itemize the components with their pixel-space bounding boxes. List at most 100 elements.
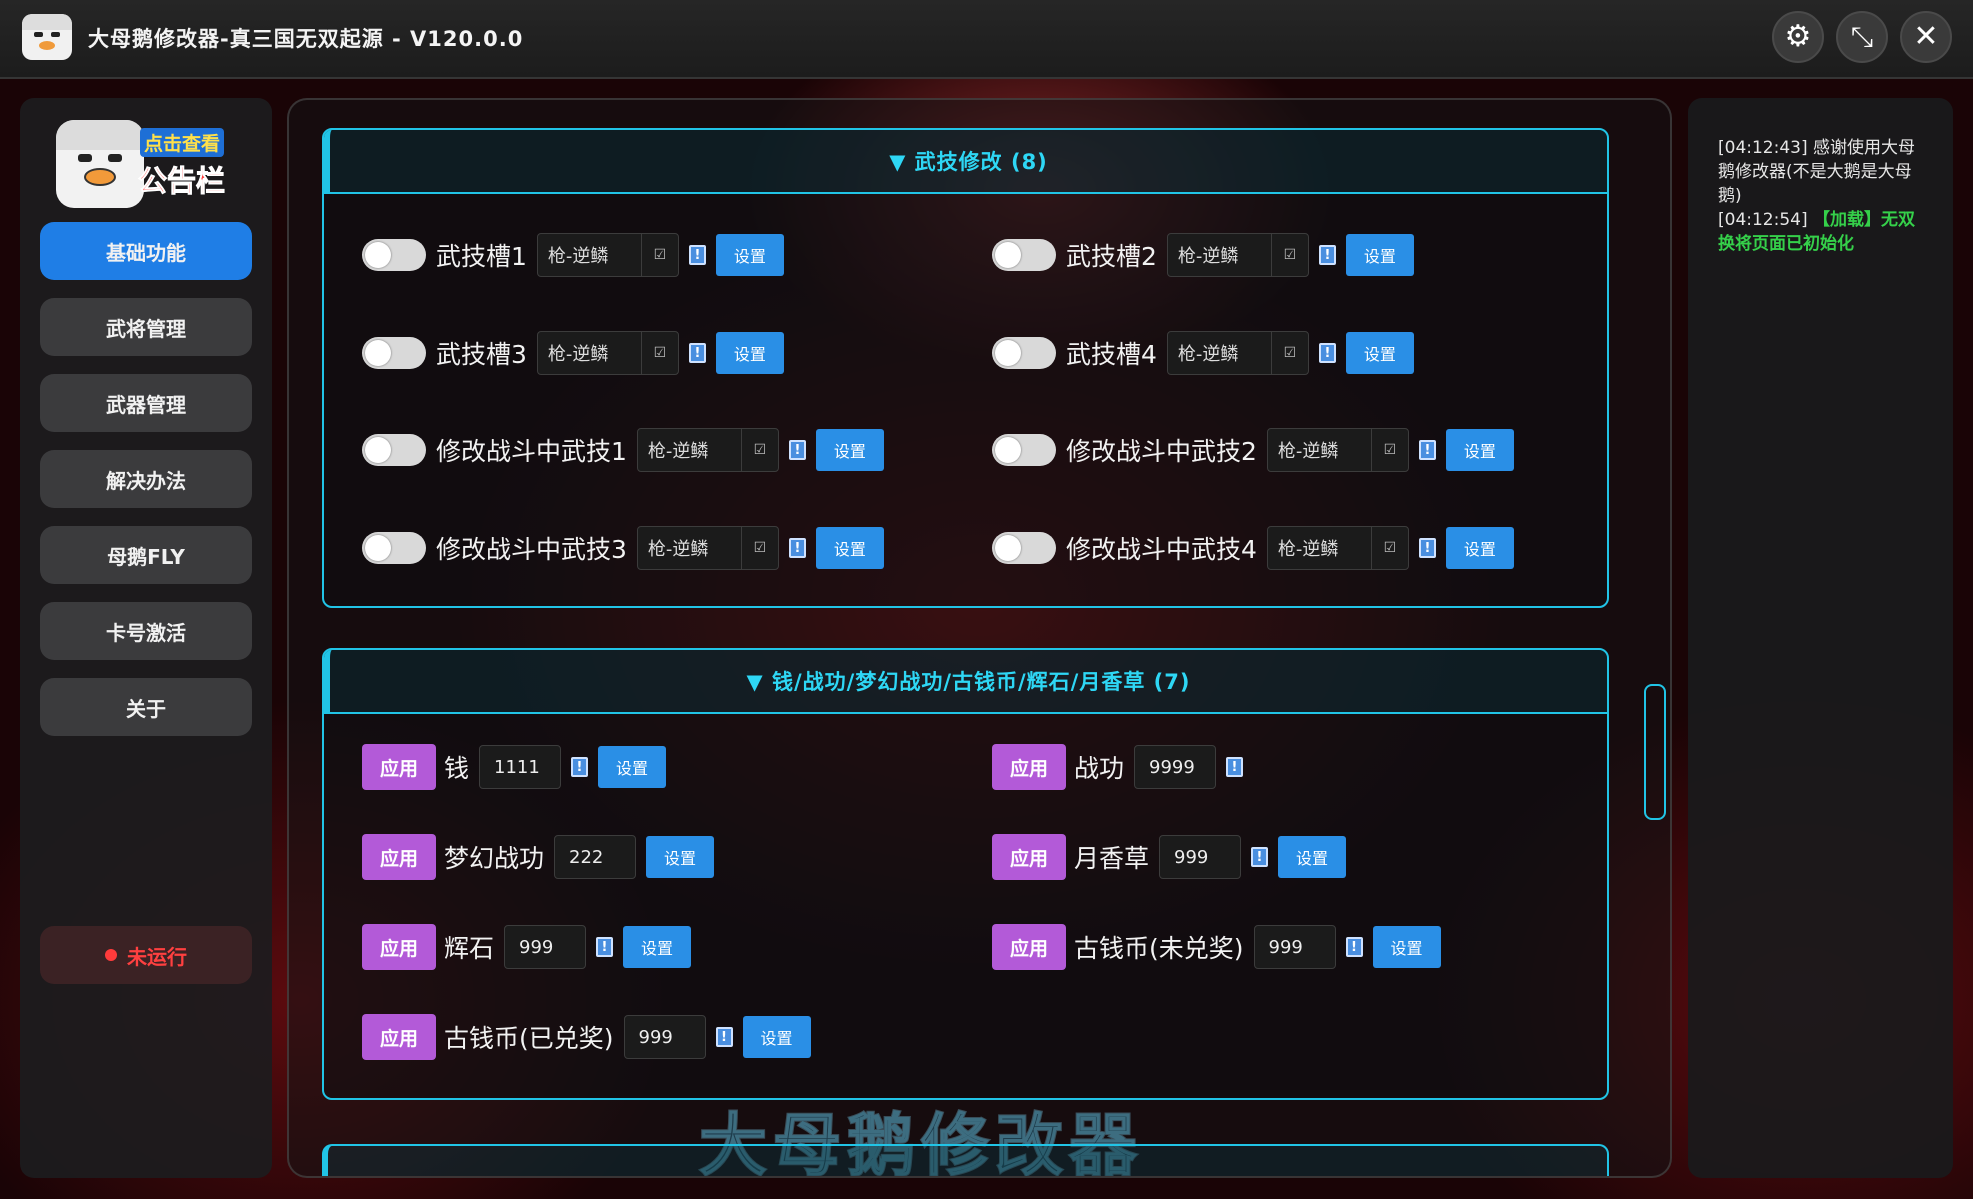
info-icon[interactable]: ! xyxy=(1418,440,1436,460)
set-button[interactable]: 设置 xyxy=(1278,836,1347,878)
currency-label: 梦幻战功 xyxy=(444,844,545,873)
apply-button[interactable]: 应用 xyxy=(362,1014,436,1060)
money-input[interactable]: 1111 xyxy=(479,745,562,789)
skill-label: 武技槽3 xyxy=(436,340,527,369)
old-coin-redeemed-input[interactable]: 999 xyxy=(623,1015,706,1059)
skill-toggle[interactable] xyxy=(992,532,1056,564)
skill-toggle[interactable] xyxy=(992,337,1056,369)
info-icon[interactable]: ! xyxy=(788,538,806,558)
set-button[interactable]: 设置 xyxy=(646,836,715,878)
skill-select[interactable]: 枪-逆鳞 ☑ xyxy=(1166,331,1309,375)
nav-solutions[interactable]: 解决办法 xyxy=(40,450,252,508)
nav-basic-functions[interactable]: 基础功能 xyxy=(40,222,252,280)
info-icon[interactable]: ! xyxy=(788,440,806,460)
info-icon[interactable]: ! xyxy=(688,245,706,265)
set-button[interactable]: 设置 xyxy=(742,1016,811,1058)
skill-select[interactable]: 枪-逆鳞 ☑ xyxy=(536,233,679,277)
window-title: 大母鹅修改器-真三国无双起源 - V120.0.0 xyxy=(88,27,524,51)
set-button[interactable]: 设置 xyxy=(815,527,884,569)
sidebar: 点击查看 公告栏 基础功能 武将管理 武器管理 解决办法 母鹅FLY 卡号激活 … xyxy=(20,98,272,1178)
apply-button[interactable]: 应用 xyxy=(992,924,1066,970)
skills-section-header[interactable]: ▼ 武技修改 (8) xyxy=(324,130,1607,194)
settings-gear-icon[interactable]: ⚙ xyxy=(1772,11,1824,63)
main-scrollbar-thumb[interactable] xyxy=(1644,684,1666,820)
currency-label: 古钱币(已兑奖) xyxy=(444,1024,614,1053)
nav-goose-fly[interactable]: 母鹅FLY xyxy=(40,526,252,584)
apply-button[interactable]: 应用 xyxy=(362,924,436,970)
notice-top-label: 点击查看 xyxy=(140,128,225,157)
nav-weapon-management[interactable]: 武器管理 xyxy=(40,374,252,432)
currency-row-dream-merit: 应用 梦幻战功 222 设置 xyxy=(362,834,715,880)
dream-merit-input[interactable]: 222 xyxy=(554,835,637,879)
notice-board-button[interactable]: 点击查看 公告栏 xyxy=(56,118,234,212)
skill-label: 武技槽2 xyxy=(1066,242,1157,271)
dropdown-arrow-icon: ☑ xyxy=(740,429,778,471)
set-button[interactable]: 设置 xyxy=(1345,234,1414,276)
nav-general-management[interactable]: 武将管理 xyxy=(40,298,252,356)
skill-toggle[interactable] xyxy=(362,337,426,369)
info-icon[interactable]: ! xyxy=(715,1027,733,1047)
skill-toggle[interactable] xyxy=(362,239,426,271)
info-icon[interactable]: ! xyxy=(688,343,706,363)
set-button[interactable]: 设置 xyxy=(1445,527,1514,569)
apply-button[interactable]: 应用 xyxy=(362,834,436,880)
skill-row: 武技槽4 枪-逆鳞 ☑ ! 设置 xyxy=(992,330,1414,376)
skill-select[interactable]: 枪-逆鳞 ☑ xyxy=(536,331,679,375)
info-icon[interactable]: ! xyxy=(1226,757,1244,777)
skill-toggle[interactable] xyxy=(362,532,426,564)
set-button[interactable]: 设置 xyxy=(598,746,667,788)
info-icon[interactable]: ! xyxy=(571,757,589,777)
set-button[interactable]: 设置 xyxy=(623,926,692,968)
apply-button[interactable]: 应用 xyxy=(992,834,1066,880)
app-logo-icon xyxy=(22,14,72,60)
skill-toggle[interactable] xyxy=(362,434,426,466)
skill-select[interactable]: 枪-逆鳞 ☑ xyxy=(636,428,779,472)
info-icon[interactable]: ! xyxy=(1418,538,1436,558)
apply-button[interactable]: 应用 xyxy=(992,744,1066,790)
info-icon[interactable]: ! xyxy=(1345,937,1363,957)
set-button[interactable]: 设置 xyxy=(1445,429,1514,471)
currency-section-header[interactable]: ▼ 钱/战功/梦幻战功/古钱币/辉石/月香草 (7) xyxy=(324,650,1607,714)
nav-about[interactable]: 关于 xyxy=(40,678,252,736)
nav-card-activation[interactable]: 卡号激活 xyxy=(40,602,252,660)
dropdown-arrow-icon: ☑ xyxy=(640,234,678,276)
accessories-section-header[interactable]: ▼ 装饰品/宝玉/马匹 (7) xyxy=(322,1144,1609,1176)
info-icon[interactable]: ! xyxy=(1318,343,1336,363)
merit-input[interactable]: 9999 xyxy=(1134,745,1217,789)
set-button[interactable]: 设置 xyxy=(815,429,884,471)
set-button[interactable]: 设置 xyxy=(1372,926,1441,968)
notice-bottom-label: 公告栏 xyxy=(137,164,226,199)
old-coin-unredeemed-input[interactable]: 999 xyxy=(1253,925,1336,969)
skill-select[interactable]: 枪-逆鳞 ☑ xyxy=(1166,233,1309,277)
skill-toggle[interactable] xyxy=(992,239,1056,271)
skill-label: 武技槽4 xyxy=(1066,340,1157,369)
shrink-window-icon[interactable]: ⤡ xyxy=(1836,11,1888,63)
info-icon[interactable]: ! xyxy=(596,937,614,957)
skills-section: ▼ 武技修改 (8) 武技槽1 枪-逆鳞 ☑ ! 设置 武技槽2 枪-逆鳞 ☑ ! … xyxy=(322,128,1609,608)
currency-label: 战功 xyxy=(1074,754,1125,783)
glowstone-input[interactable]: 999 xyxy=(504,925,587,969)
currency-row-moon-herb: 应用 月香草 999 ! 设置 xyxy=(992,834,1347,880)
log-entry: [04:12:43] 感谢使用大母鹅修改器(不是大鹅是大母鹅) xyxy=(1718,138,1916,206)
dropdown-arrow-icon: ☑ xyxy=(1370,429,1408,471)
skill-row: 武技槽1 枪-逆鳞 ☑ ! 设置 xyxy=(362,232,784,278)
apply-button[interactable]: 应用 xyxy=(362,744,436,790)
currency-row-old-coin-redeemed: 应用 古钱币(已兑奖) 999 ! 设置 xyxy=(362,1014,811,1060)
set-button[interactable]: 设置 xyxy=(715,332,784,374)
dropdown-arrow-icon: ☑ xyxy=(740,527,778,569)
info-icon[interactable]: ! xyxy=(1318,245,1336,265)
main-panel: ▼ 武技修改 (8) 武技槽1 枪-逆鳞 ☑ ! 设置 武技槽2 枪-逆鳞 ☑ ! … xyxy=(287,98,1672,1178)
skill-toggle[interactable] xyxy=(992,434,1056,466)
moon-herb-input[interactable]: 999 xyxy=(1159,835,1242,879)
dropdown-arrow-icon: ☑ xyxy=(1270,332,1308,374)
set-button[interactable]: 设置 xyxy=(1345,332,1414,374)
info-icon[interactable]: ! xyxy=(1251,847,1269,867)
currency-section: ▼ 钱/战功/梦幻战功/古钱币/辉石/月香草 (7) 应用 钱 1111 ! 设… xyxy=(322,648,1609,1100)
skill-row: 武技槽3 枪-逆鳞 ☑ ! 设置 xyxy=(362,330,784,376)
close-window-icon[interactable]: ✕ xyxy=(1900,11,1952,63)
skill-select[interactable]: 枪-逆鳞 ☑ xyxy=(1266,428,1409,472)
currency-label: 钱 xyxy=(444,754,470,783)
skill-select[interactable]: 枪-逆鳞 ☑ xyxy=(1266,526,1409,570)
skill-select[interactable]: 枪-逆鳞 ☑ xyxy=(636,526,779,570)
set-button[interactable]: 设置 xyxy=(715,234,784,276)
